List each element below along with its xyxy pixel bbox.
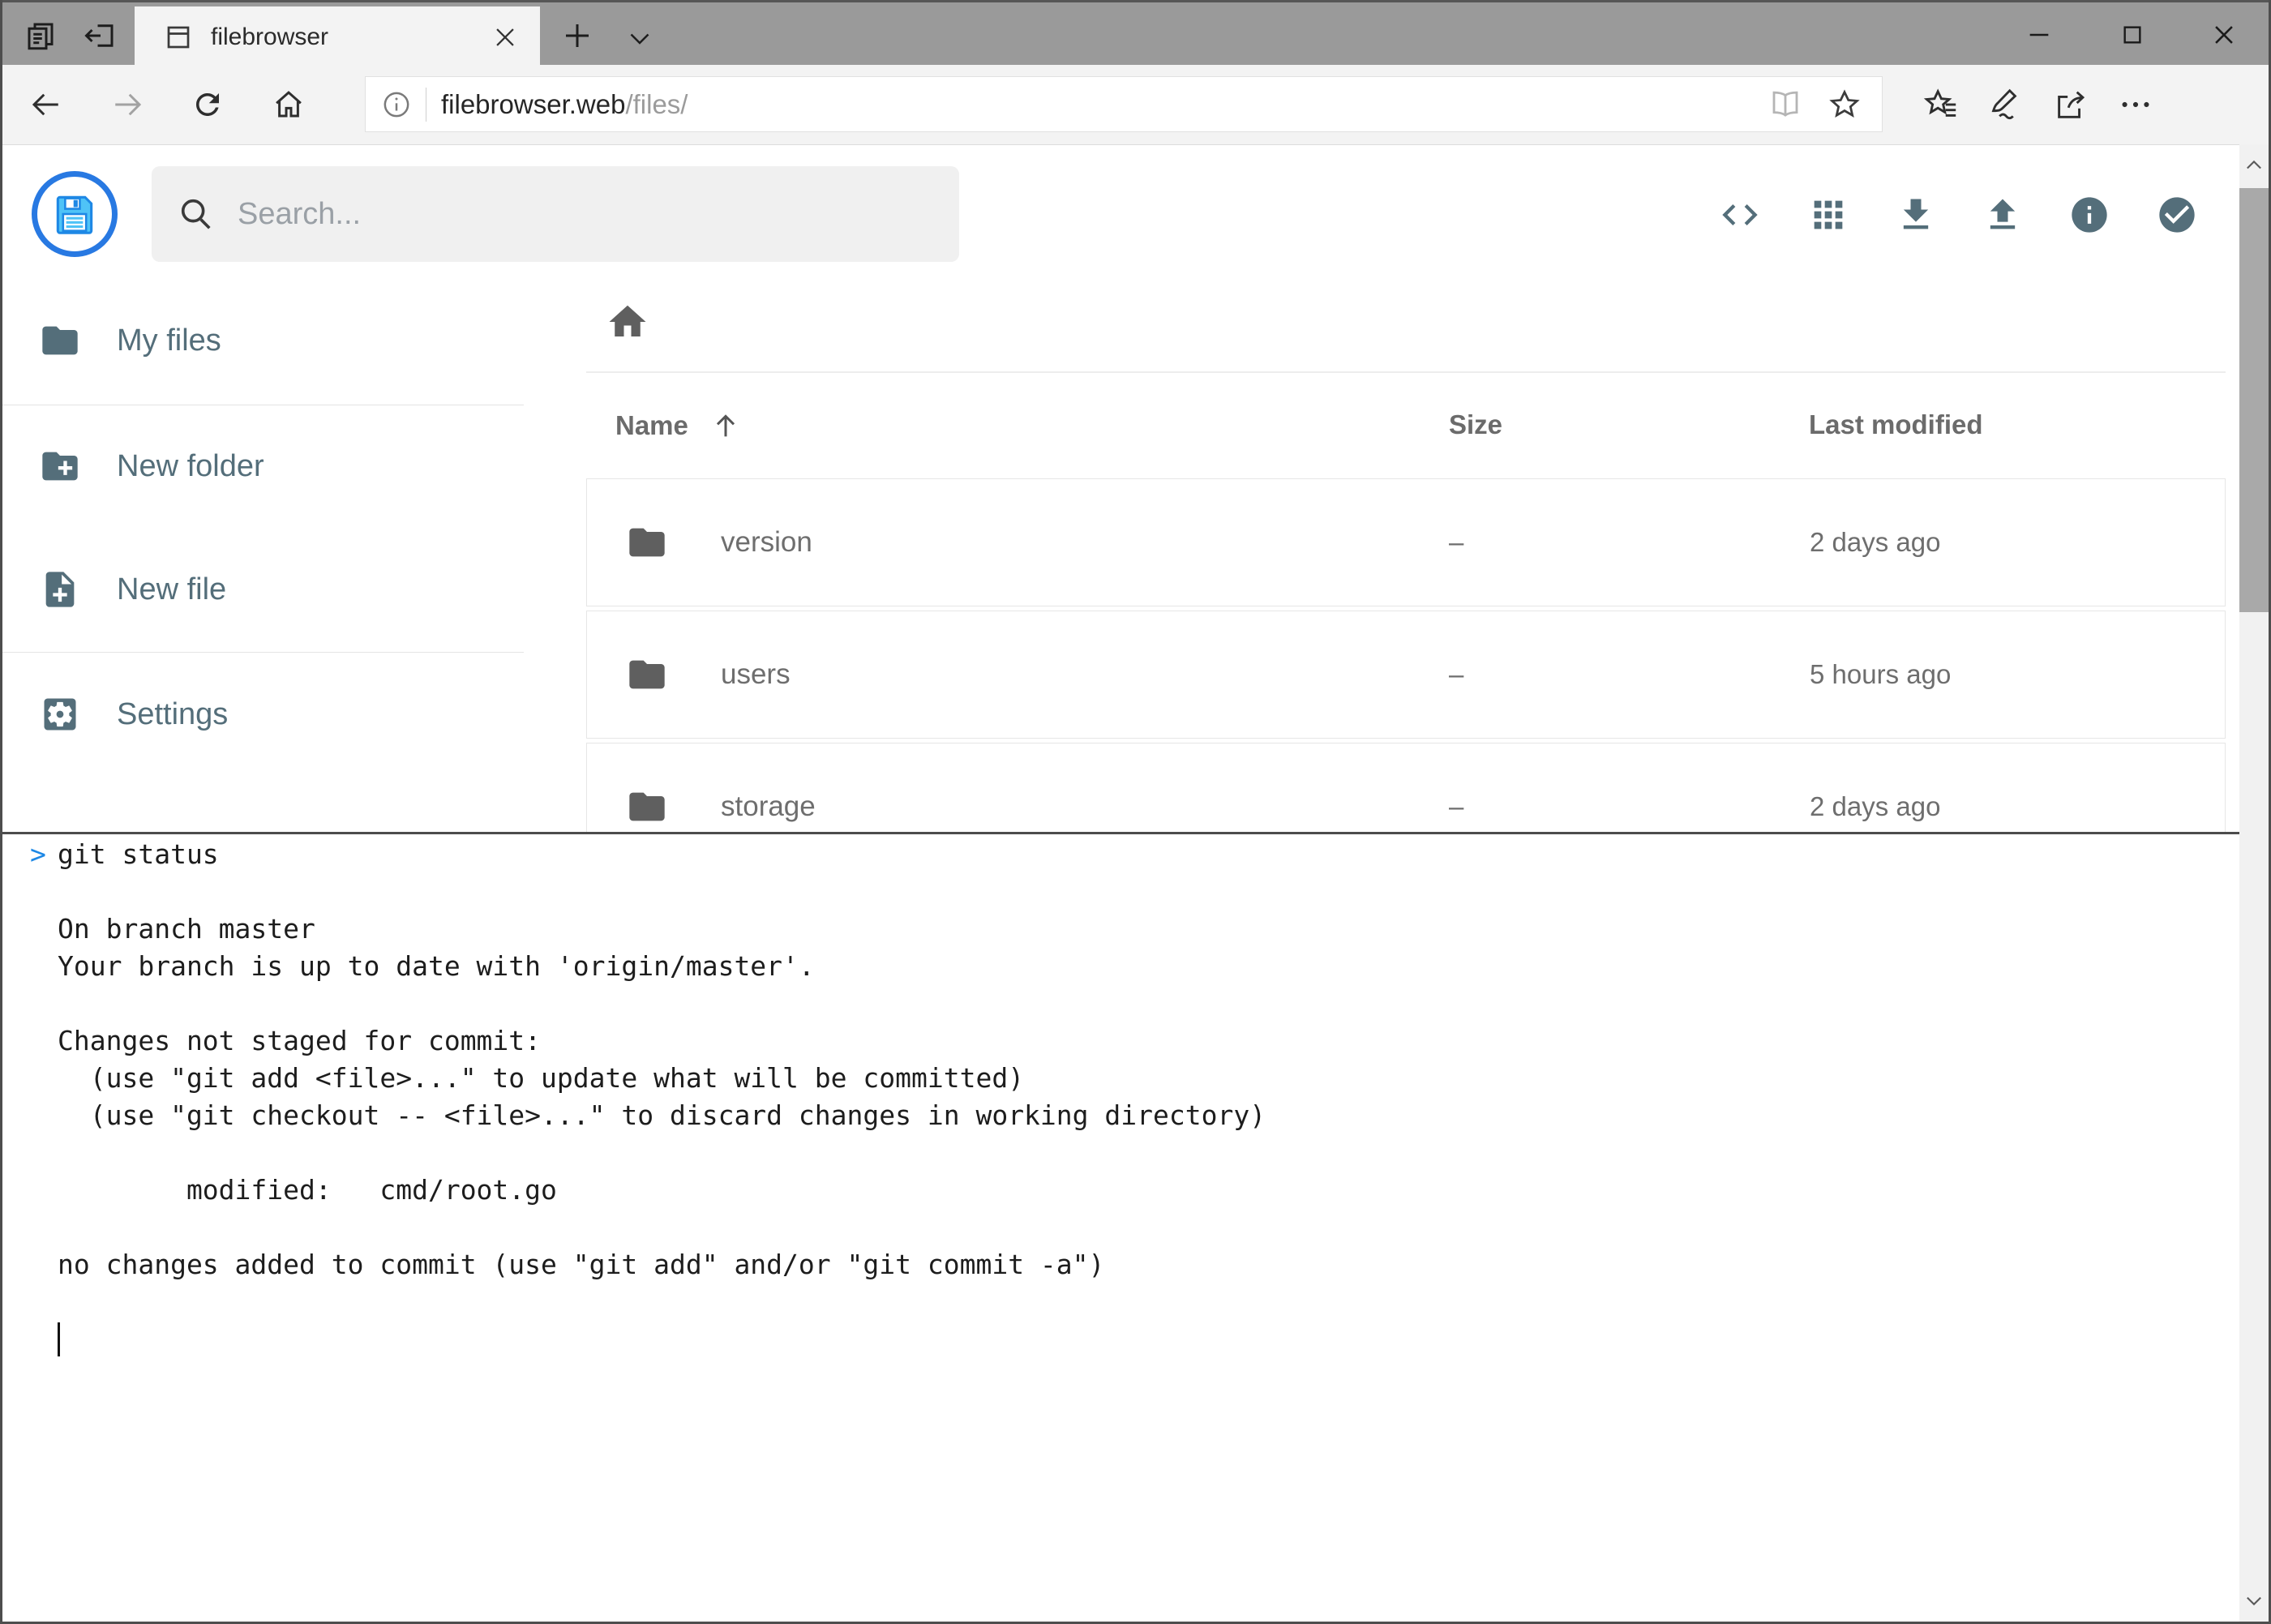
column-header-name[interactable]: Name bbox=[615, 409, 742, 442]
scroll-down-icon[interactable] bbox=[2243, 1589, 2265, 1612]
settings-dots-icon[interactable] bbox=[2117, 86, 2154, 123]
tab-preview-icon[interactable] bbox=[24, 19, 58, 53]
page-favicon-icon bbox=[164, 23, 193, 52]
folder-icon bbox=[626, 786, 668, 828]
close-button[interactable] bbox=[2183, 14, 2265, 56]
upload-icon[interactable] bbox=[1982, 194, 2024, 236]
terminal-command-line: > git status bbox=[58, 836, 2252, 873]
file-modified: 2 days ago bbox=[1810, 791, 1940, 822]
favorites-hub-icon[interactable] bbox=[1922, 86, 1960, 123]
sidebar-item-label: My files bbox=[117, 324, 221, 358]
code-icon[interactable] bbox=[1719, 194, 1761, 236]
terminal-cursor bbox=[58, 1322, 60, 1356]
sidebar-divider bbox=[2, 652, 524, 653]
terminal-prompt: > bbox=[30, 836, 46, 873]
file-size: – bbox=[1449, 527, 1463, 558]
sidebar-item-new-file[interactable]: New file bbox=[39, 563, 493, 615]
info-icon[interactable] bbox=[2068, 194, 2110, 236]
file-name: version bbox=[721, 526, 812, 559]
gear-icon bbox=[39, 693, 81, 735]
file-modified: 5 hours ago bbox=[1810, 659, 1951, 690]
file-modified: 2 days ago bbox=[1810, 527, 1940, 558]
column-header-modified[interactable]: Last modified bbox=[1809, 409, 1983, 440]
sidebar-item-label: New folder bbox=[117, 449, 264, 484]
folder-icon bbox=[626, 653, 668, 696]
file-row-version[interactable]: version – 2 days ago bbox=[586, 478, 2226, 606]
file-row-users[interactable]: users – 5 hours ago bbox=[586, 611, 2226, 739]
sidebar-item-label: New file bbox=[117, 572, 226, 607]
page-scrollbar[interactable] bbox=[2239, 144, 2269, 1622]
sidebar-item-new-folder[interactable]: New folder bbox=[39, 440, 493, 492]
file-size: – bbox=[1449, 791, 1463, 822]
grid-view-icon[interactable] bbox=[1807, 194, 1849, 236]
sidebar-item-my-files[interactable]: My files bbox=[39, 315, 493, 366]
terminal-panel[interactable]: > git status On branch master Your branc… bbox=[2, 832, 2269, 1622]
share-icon[interactable] bbox=[2052, 86, 2089, 123]
file-name: users bbox=[721, 658, 791, 691]
forward-icon bbox=[111, 88, 145, 122]
reading-view-icon bbox=[1768, 88, 1802, 122]
browser-tab[interactable]: filebrowser bbox=[135, 6, 540, 67]
folder-icon bbox=[626, 521, 668, 563]
file-list: version – 2 days ago users – 5 hours ago… bbox=[586, 478, 2226, 875]
browser-window: filebrowser bbox=[0, 0, 2271, 1624]
back-icon[interactable] bbox=[28, 88, 62, 122]
sidebar-item-settings[interactable]: Settings bbox=[39, 688, 493, 740]
terminal-output: On branch master Your branch is up to da… bbox=[58, 873, 2252, 1283]
search-icon bbox=[178, 195, 215, 233]
breadcrumb-home-icon[interactable] bbox=[606, 300, 649, 344]
file-size: – bbox=[1449, 659, 1463, 690]
search-input[interactable]: Search... bbox=[152, 166, 959, 262]
file-plus-icon bbox=[39, 568, 81, 611]
search-placeholder: Search... bbox=[238, 197, 361, 232]
column-header-size[interactable]: Size bbox=[1449, 409, 1502, 440]
tab-title: filebrowser bbox=[211, 24, 491, 51]
terminal-command: git status bbox=[58, 838, 219, 870]
check-circle-icon[interactable] bbox=[2156, 194, 2198, 236]
navigation-bar: filebrowser.web/files/ bbox=[2, 65, 2269, 145]
browser-home-icon[interactable] bbox=[272, 88, 306, 122]
scrollbar-thumb[interactable] bbox=[2239, 188, 2269, 612]
folder-icon bbox=[39, 319, 81, 362]
refresh-icon[interactable] bbox=[191, 88, 225, 122]
download-icon[interactable] bbox=[1895, 194, 1937, 236]
minimize-button[interactable] bbox=[1999, 14, 2080, 56]
new-tab-icon[interactable] bbox=[560, 19, 594, 53]
tab-bar: filebrowser bbox=[2, 0, 2269, 67]
site-info-icon[interactable] bbox=[380, 88, 413, 121]
filebrowser-logo[interactable] bbox=[32, 171, 118, 257]
set-tabs-aside-icon[interactable] bbox=[84, 19, 118, 53]
scroll-up-icon[interactable] bbox=[2243, 154, 2265, 177]
tab-close-icon[interactable] bbox=[491, 24, 519, 51]
listing-divider bbox=[586, 371, 2226, 373]
favorite-star-icon[interactable] bbox=[1827, 87, 1862, 122]
maximize-button[interactable] bbox=[2092, 14, 2173, 56]
address-bar[interactable]: filebrowser.web/files/ bbox=[365, 76, 1883, 132]
sidebar-item-label: Settings bbox=[117, 697, 228, 732]
url-text[interactable]: filebrowser.web/files/ bbox=[441, 89, 1768, 120]
tab-list-chevron-icon[interactable] bbox=[625, 24, 659, 58]
folder-plus-icon bbox=[39, 445, 81, 487]
file-name: storage bbox=[721, 791, 816, 823]
sort-ascending-icon bbox=[709, 409, 742, 442]
web-note-pen-icon[interactable] bbox=[1986, 86, 2023, 123]
